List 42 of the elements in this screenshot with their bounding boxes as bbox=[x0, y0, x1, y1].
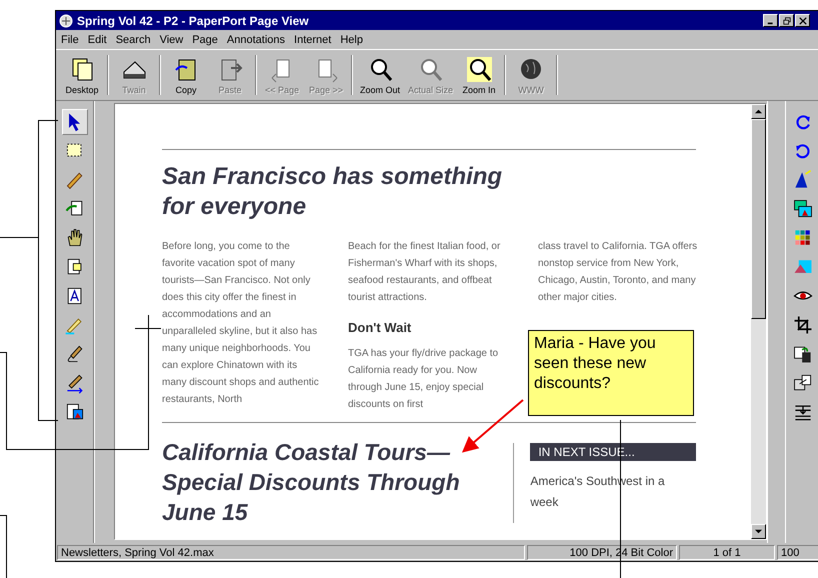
article-text: TGA has your fly/drive package to California ready for you. Now through June 15, enjoy special discounts on first bbox=[348, 347, 500, 412]
scroll-down-button[interactable] bbox=[751, 524, 766, 539]
sticky-note[interactable]: Maria - Have you seen these new discounts? bbox=[528, 330, 694, 416]
menu-item[interactable]: File bbox=[61, 34, 79, 46]
menu-item[interactable]: Internet bbox=[294, 34, 332, 46]
toolbar-button[interactable]: Desktop bbox=[60, 54, 104, 96]
scroll-up-button[interactable] bbox=[751, 104, 766, 119]
window-title: Spring Vol 42 - P2 - PaperPort Page View bbox=[77, 14, 309, 28]
close-icon bbox=[798, 16, 806, 24]
menu-item[interactable]: Help bbox=[340, 34, 363, 46]
article-heading: San Francisco has something for everyone bbox=[162, 162, 504, 222]
toolbar-button[interactable]: Zoom Out bbox=[356, 54, 404, 96]
status-field: 100 bbox=[777, 544, 818, 560]
menu-item[interactable]: Page bbox=[192, 34, 218, 46]
toolbar-button[interactable]: Zoom In bbox=[457, 54, 502, 96]
menu-item[interactable]: Annotations bbox=[226, 34, 286, 46]
down-arrow-icon bbox=[755, 528, 762, 535]
tool-button[interactable] bbox=[62, 109, 88, 135]
up-arrow-icon bbox=[755, 108, 762, 115]
sidebar-title: IN NEXT ISSUE... bbox=[530, 443, 696, 461]
section-heading: Don't Wait bbox=[348, 320, 412, 335]
annotation-arrow bbox=[462, 399, 524, 453]
restore-button[interactable] bbox=[779, 14, 794, 27]
article-text: class travel to California. TGA offers nonstop service from New York, Chicago, Austin, Toronto, and many other major cities. bbox=[538, 240, 698, 305]
article-text: Beach for the finest Italian food, or Fisherman's Wharf with its shops, seafood restaurants, and offbeat tourist attractions. bbox=[348, 240, 502, 305]
status-field: 1 of 1 bbox=[679, 544, 775, 560]
article-heading: California Coastal Tours—Special Discounts Through June 15 bbox=[162, 438, 461, 527]
toolbar-button[interactable]: Copy bbox=[164, 54, 208, 96]
pictures-icon bbox=[792, 198, 814, 220]
article-text: Before long, you come to the favorite vacation spot of many tourists—San Francisco. Not only does this city offer the finest in accommodations and an unparalleled skyline, but it also has many unique neighborhoods. You can explore Chinatown with its many discount shops and authentic restaurants, North bbox=[162, 240, 320, 407]
crop-icon bbox=[792, 314, 814, 336]
close-button[interactable] bbox=[795, 14, 810, 27]
status-field: Newsletters, Spring Vol 42.max bbox=[57, 544, 525, 560]
vertical-scrollbar[interactable] bbox=[751, 104, 766, 539]
app-icon bbox=[58, 12, 74, 28]
scroll-thumb[interactable] bbox=[751, 119, 766, 319]
menu-item[interactable]: Edit bbox=[88, 34, 107, 46]
restore-icon bbox=[782, 16, 790, 24]
menu-item[interactable]: View bbox=[160, 34, 184, 46]
zoom-icon bbox=[466, 56, 493, 82]
minimize-button[interactable] bbox=[763, 14, 778, 27]
menu-item[interactable]: Search bbox=[116, 34, 151, 46]
